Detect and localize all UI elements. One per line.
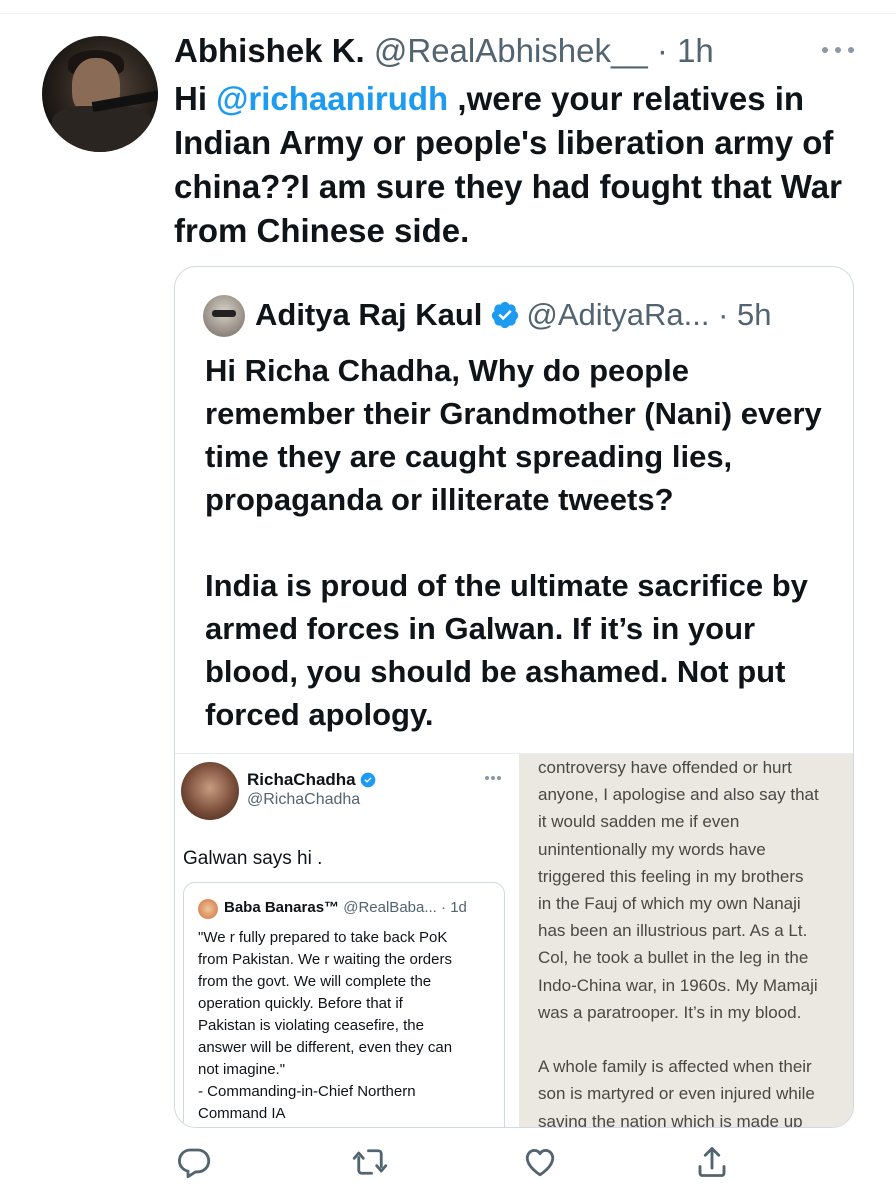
retweet-icon[interactable] xyxy=(352,1144,388,1180)
verified-badge-icon xyxy=(360,772,375,788)
tweet-header: Abhishek K. @RealAbhishek__ · 1h xyxy=(174,32,714,69)
quoted-tweet[interactable]: Aditya Raj Kaul @AdityaRa... · 5h Hi Ric… xyxy=(174,266,854,1128)
tweet-text: Hi @richaanirudh ,were your relatives in… xyxy=(174,80,842,249)
more-options-icon[interactable] xyxy=(822,44,854,56)
richa-avatar xyxy=(181,762,239,820)
quoted-tweet-header: Aditya Raj Kaul @AdityaRa... · 5h xyxy=(255,292,772,338)
share-icon[interactable] xyxy=(694,1144,730,1180)
quoted-paragraph-1: Hi Richa Chadha, Why do people remember … xyxy=(205,353,822,517)
richa-name: RichaChadha xyxy=(247,770,376,790)
baba-header: Baba Banaras™ @RealBaba... · 1d xyxy=(224,899,467,916)
quoted-tweet-text: Hi Richa Chadha, Why do people remember … xyxy=(205,349,835,736)
baba-tweet-text: "We r fully prepared to take back PoK fr… xyxy=(198,929,453,1122)
media-image-apology-note[interactable]: controversy have offended or hurt anyone… xyxy=(519,754,853,1128)
author-avatar[interactable] xyxy=(42,36,158,152)
richa-handle: @RichaChadha xyxy=(247,791,361,808)
tweet-time[interactable]: 1h xyxy=(677,32,714,69)
quoted-author-handle: @AdityaRa... xyxy=(526,297,710,332)
more-options-icon xyxy=(485,776,501,780)
author-name[interactable]: Abhishek K. xyxy=(174,32,365,69)
quoted-tweet-time: 5h xyxy=(737,297,772,332)
inner-quoted-tweet: Baba Banaras™ @RealBaba... · 1d "We r fu… xyxy=(183,882,505,1127)
quoted-paragraph-2: India is proud of the ultimate sacrifice… xyxy=(205,568,808,732)
baba-avatar xyxy=(198,899,218,919)
top-divider xyxy=(0,0,896,14)
media-image-screenshot-left[interactable]: RichaChadha @RichaChadha Galwan says hi … xyxy=(175,754,517,1127)
quoted-media[interactable]: RichaChadha @RichaChadha Galwan says hi … xyxy=(175,753,853,1128)
verified-badge-icon xyxy=(492,301,519,329)
author-handle[interactable]: @RealAbhishek__ xyxy=(374,32,648,69)
like-icon[interactable] xyxy=(522,1144,558,1180)
apology-text: controversy have offended or hurt anyone… xyxy=(538,758,819,1128)
richa-tweet-text: Galwan says hi . xyxy=(183,848,323,869)
quoted-author-avatar[interactable] xyxy=(203,295,245,337)
tweet-actions-bar xyxy=(0,1140,896,1184)
quoted-author-name: Aditya Raj Kaul xyxy=(255,297,483,332)
mention-link[interactable]: @richaanirudh xyxy=(216,80,448,117)
reply-icon[interactable] xyxy=(176,1144,212,1180)
